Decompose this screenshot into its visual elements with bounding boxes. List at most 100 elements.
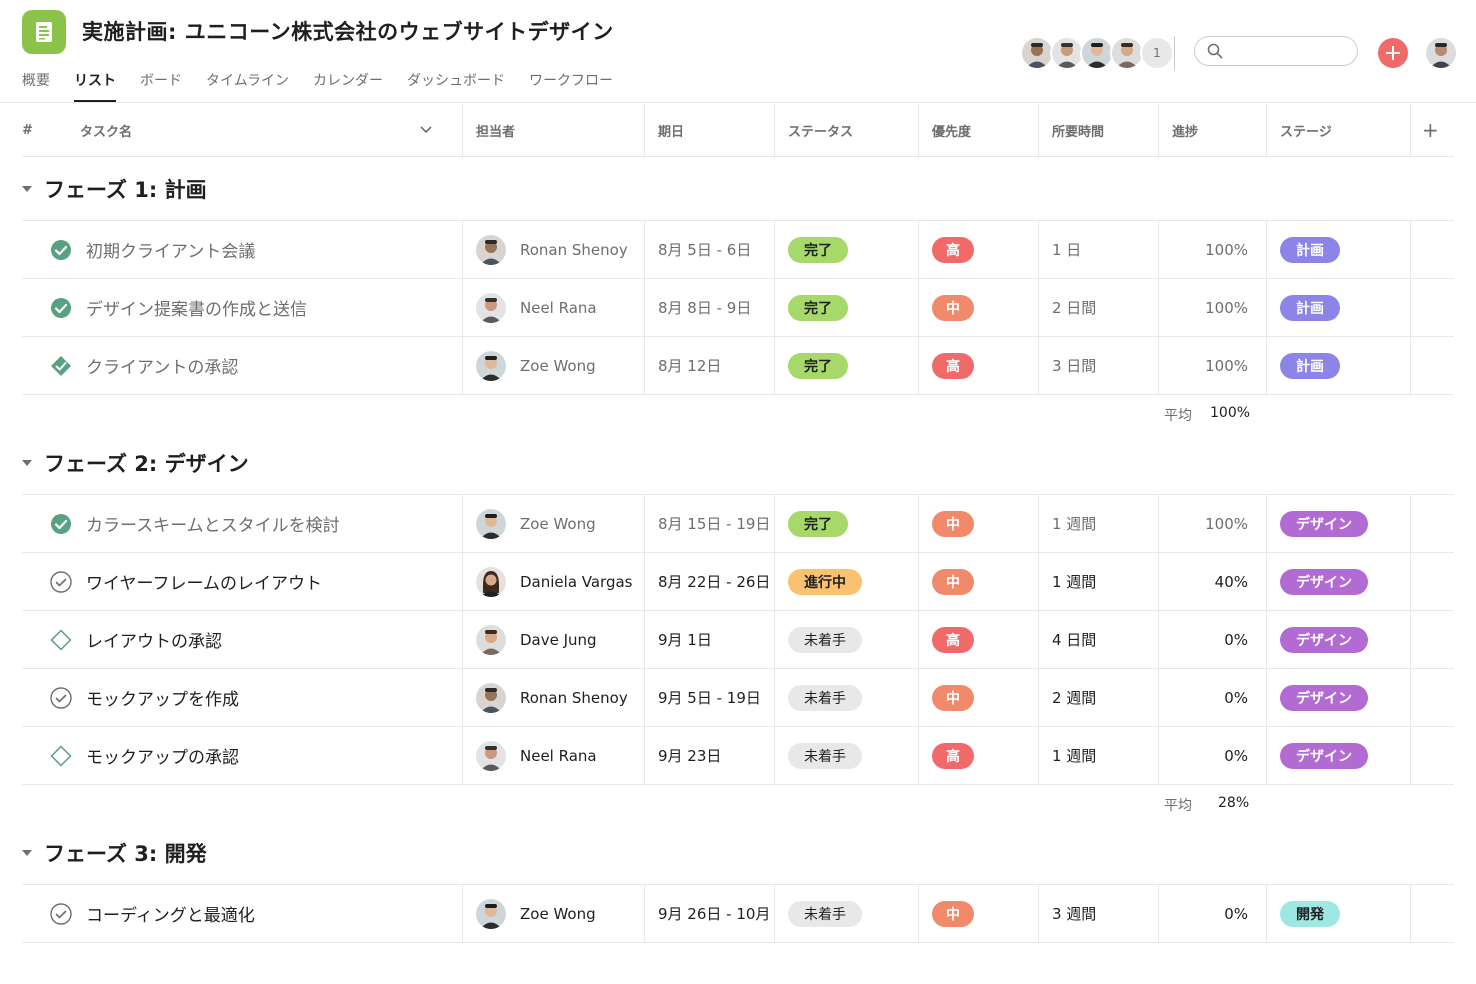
- task-name[interactable]: モックアップを作成: [86, 685, 239, 710]
- assignee-name[interactable]: Zoe Wong: [520, 905, 596, 923]
- completed-check-icon[interactable]: [50, 239, 72, 261]
- stage-badge[interactable]: 開発: [1280, 900, 1340, 927]
- due-date[interactable]: 9月 23日: [658, 727, 721, 784]
- project-members[interactable]: 1: [1020, 36, 1174, 70]
- tab-list[interactable]: リスト: [74, 64, 116, 102]
- status-badge[interactable]: 完了: [788, 352, 848, 379]
- progress-value[interactable]: 100%: [1158, 337, 1248, 394]
- duration[interactable]: 3 週間: [1052, 885, 1096, 942]
- due-date[interactable]: 9月 5日 - 19日: [658, 669, 761, 726]
- status-badge[interactable]: 完了: [788, 510, 848, 537]
- status-badge[interactable]: 完了: [788, 294, 848, 321]
- task-name[interactable]: クライアントの承認: [86, 353, 238, 378]
- duration[interactable]: 2 週間: [1052, 669, 1096, 726]
- table-row[interactable]: 初期クライアント会議 Ronan Shenoy 8月 5日 - 6日 完了 高 …: [22, 221, 1454, 278]
- avatar[interactable]: [476, 350, 506, 381]
- approval-diamond-icon[interactable]: [50, 628, 72, 651]
- column-stage[interactable]: ステージ: [1280, 104, 1332, 156]
- avatar[interactable]: [1080, 36, 1114, 70]
- chevron-down-icon[interactable]: [420, 126, 432, 134]
- stage-badge[interactable]: デザイン: [1280, 742, 1368, 769]
- stage-badge[interactable]: 計画: [1280, 294, 1340, 321]
- avatar[interactable]: [1110, 36, 1144, 70]
- due-date[interactable]: 9月 1日: [658, 611, 712, 668]
- column-assignee[interactable]: 担当者: [476, 104, 515, 156]
- member-overflow-count[interactable]: 1: [1140, 36, 1174, 70]
- due-date[interactable]: 8月 22日 - 26日: [658, 553, 770, 610]
- column-priority[interactable]: 優先度: [932, 104, 971, 156]
- assignee-name[interactable]: Zoe Wong: [520, 357, 596, 375]
- progress-value[interactable]: 100%: [1158, 495, 1248, 552]
- add-button[interactable]: [1378, 38, 1408, 68]
- section-header-phase-3[interactable]: フェーズ 3: 開発: [22, 838, 207, 868]
- stage-badge[interactable]: 計画: [1280, 236, 1340, 263]
- progress-value[interactable]: 0%: [1158, 885, 1248, 942]
- tab-dashboard[interactable]: ダッシュボード: [407, 64, 505, 102]
- duration[interactable]: 1 週間: [1052, 727, 1096, 784]
- tab-calendar[interactable]: カレンダー: [313, 64, 383, 102]
- stage-badge[interactable]: デザイン: [1280, 684, 1368, 711]
- add-column-button[interactable]: +: [1422, 104, 1439, 156]
- due-date[interactable]: 8月 8日 - 9日: [658, 279, 751, 336]
- caret-down-icon[interactable]: [22, 460, 32, 466]
- progress-value[interactable]: 40%: [1158, 553, 1248, 610]
- stage-badge[interactable]: デザイン: [1280, 626, 1368, 653]
- column-due-date[interactable]: 期日: [658, 104, 684, 156]
- avatar[interactable]: [476, 234, 506, 265]
- assignee-name[interactable]: Zoe Wong: [520, 515, 596, 533]
- task-name[interactable]: デザイン提案書の作成と送信: [86, 295, 307, 320]
- duration[interactable]: 4 日間: [1052, 611, 1096, 668]
- avatar[interactable]: [476, 624, 506, 655]
- approval-diamond-icon[interactable]: [50, 744, 72, 767]
- due-date[interactable]: 8月 5日 - 6日: [658, 221, 751, 278]
- column-status[interactable]: ステータス: [788, 104, 853, 156]
- task-name[interactable]: コーディングと最適化: [86, 901, 255, 926]
- table-row[interactable]: クライアントの承認 Zoe Wong 8月 12日 完了 高 3 日間 100%…: [22, 337, 1454, 394]
- table-row[interactable]: ワイヤーフレームのレイアウト Daniela Vargas 8月 22日 - 2…: [22, 553, 1454, 610]
- incomplete-check-icon[interactable]: [50, 902, 72, 925]
- completed-check-icon[interactable]: [50, 297, 72, 319]
- assignee-name[interactable]: Neel Rana: [520, 747, 597, 765]
- incomplete-check-icon[interactable]: [50, 570, 72, 593]
- avatar[interactable]: [476, 740, 506, 771]
- task-name[interactable]: ワイヤーフレームのレイアウト: [86, 569, 322, 594]
- avatar[interactable]: [1020, 36, 1054, 70]
- status-badge[interactable]: 完了: [788, 236, 848, 263]
- status-badge[interactable]: 未着手: [788, 684, 862, 711]
- tab-timeline[interactable]: タイムライン: [206, 64, 289, 102]
- column-progress[interactable]: 進捗: [1172, 104, 1198, 156]
- caret-down-icon[interactable]: [22, 850, 32, 856]
- progress-value[interactable]: 0%: [1158, 669, 1248, 726]
- tab-workflow[interactable]: ワークフロー: [529, 64, 613, 102]
- table-row[interactable]: モックアップの承認 Neel Rana 9月 23日 未着手 高 1 週間 0%…: [22, 727, 1454, 784]
- status-badge[interactable]: 進行中: [788, 568, 862, 595]
- due-date[interactable]: 9月 26日 - 10月: [658, 885, 770, 942]
- user-avatar[interactable]: [1426, 38, 1456, 68]
- duration[interactable]: 2 日間: [1052, 279, 1096, 336]
- table-row[interactable]: デザイン提案書の作成と送信 Neel Rana 8月 8日 - 9日 完了 中 …: [22, 279, 1454, 336]
- stage-badge[interactable]: デザイン: [1280, 510, 1368, 537]
- progress-value[interactable]: 0%: [1158, 611, 1248, 668]
- incomplete-check-icon[interactable]: [50, 686, 72, 709]
- priority-badge[interactable]: 中: [932, 510, 974, 537]
- assignee-name[interactable]: Ronan Shenoy: [520, 241, 628, 259]
- search-input[interactable]: [1229, 42, 1353, 60]
- table-row[interactable]: モックアップを作成 Ronan Shenoy 9月 5日 - 19日 未着手 中…: [22, 669, 1454, 726]
- section-header-phase-1[interactable]: フェーズ 1: 計画: [22, 174, 207, 204]
- assignee-name[interactable]: Dave Jung: [520, 631, 597, 649]
- stage-badge[interactable]: デザイン: [1280, 568, 1368, 595]
- section-header-phase-2[interactable]: フェーズ 2: デザイン: [22, 448, 249, 478]
- priority-badge[interactable]: 高: [932, 626, 974, 653]
- completed-check-icon[interactable]: [50, 513, 72, 535]
- approved-diamond-icon[interactable]: [50, 355, 72, 377]
- progress-value[interactable]: 100%: [1158, 279, 1248, 336]
- duration[interactable]: 1 日: [1052, 221, 1081, 278]
- duration[interactable]: 3 日間: [1052, 337, 1096, 394]
- status-badge[interactable]: 未着手: [788, 900, 862, 927]
- task-name[interactable]: レイアウトの承認: [86, 627, 222, 652]
- priority-badge[interactable]: 中: [932, 684, 974, 711]
- assignee-name[interactable]: Neel Rana: [520, 299, 597, 317]
- status-badge[interactable]: 未着手: [788, 626, 862, 653]
- assignee-name[interactable]: Daniela Vargas: [520, 573, 633, 591]
- due-date[interactable]: 8月 12日: [658, 337, 721, 394]
